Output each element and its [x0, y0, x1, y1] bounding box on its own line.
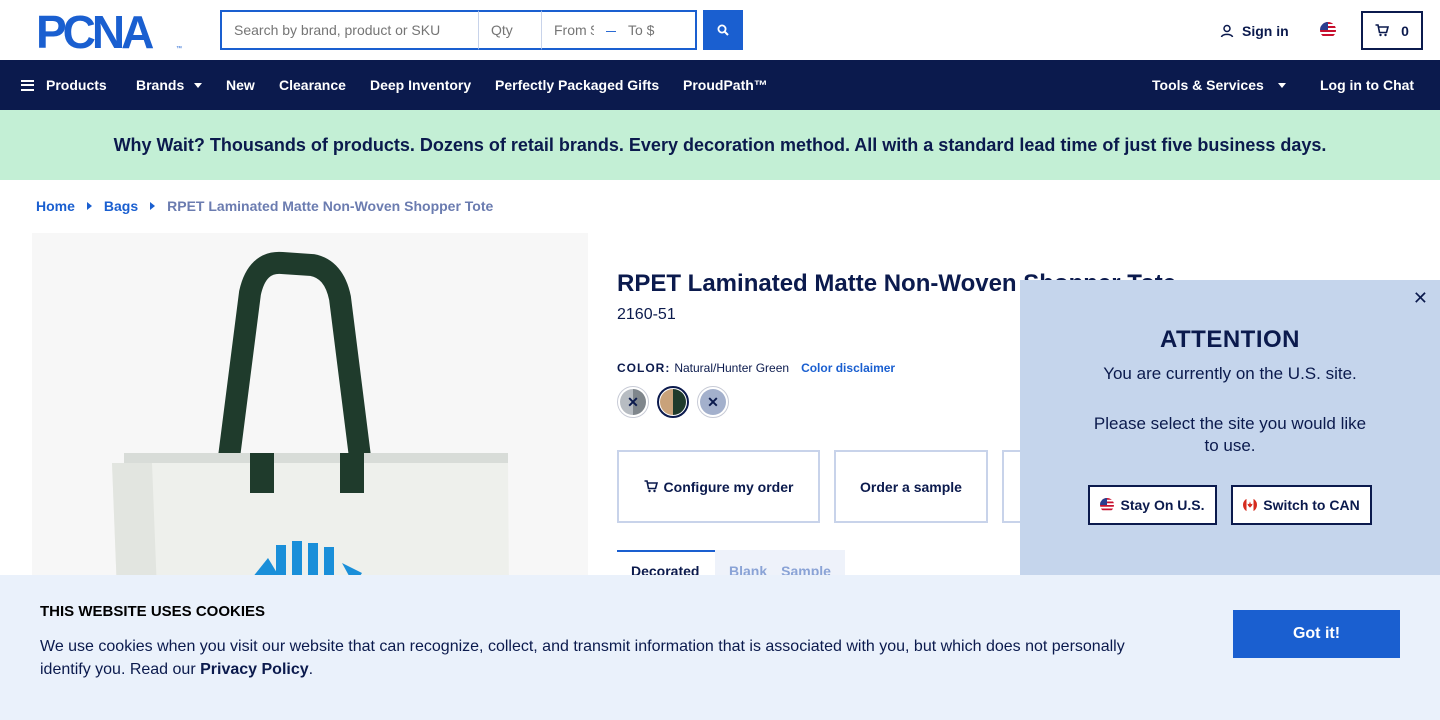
nav-clearance[interactable]: Clearance	[279, 60, 346, 110]
price-from-input[interactable]	[542, 12, 606, 48]
configure-order-button[interactable]: Configure my order	[617, 450, 820, 523]
close-icon[interactable]: ✕	[1413, 288, 1428, 309]
sign-in-link[interactable]: Sign in	[1220, 20, 1289, 42]
user-icon	[1220, 24, 1234, 38]
attention-message-current-site: You are currently on the U.S. site.	[1103, 364, 1357, 383]
cookie-title: THIS WEBSITE USES COOKIES	[40, 603, 266, 620]
cookie-period: .	[308, 661, 314, 678]
cart-count: 0	[1401, 22, 1409, 39]
color-value: Natural/Hunter Green	[674, 361, 790, 375]
nav-brands-label: Brands	[136, 77, 185, 93]
product-sku: 2160-51	[617, 306, 676, 323]
us-flag-icon[interactable]	[1320, 22, 1336, 38]
search-group: —	[220, 10, 697, 50]
breadcrumb-home[interactable]: Home	[36, 198, 75, 214]
stay-us-button[interactable]: Stay On U.S.	[1088, 485, 1217, 525]
unavailable-x-icon: ✕	[707, 393, 719, 410]
color-swatch-gray[interactable]: ✕	[617, 386, 649, 418]
breadcrumb-separator-icon	[86, 202, 92, 210]
breadcrumb-separator-icon	[150, 202, 156, 210]
nav-deep-inventory[interactable]: Deep Inventory	[370, 60, 471, 110]
pcna-logo[interactable]: PCNA ™	[36, 10, 186, 52]
search-input[interactable]	[220, 10, 479, 50]
nav-gifts[interactable]: Perfectly Packaged Gifts	[495, 60, 659, 110]
unavailable-x-icon: ✕	[627, 393, 639, 410]
nav-proudpath[interactable]: ProudPath™	[683, 60, 768, 110]
privacy-policy-link[interactable]: Privacy Policy	[200, 661, 309, 678]
top-header: PCNA ™ — Sign in 0	[0, 0, 1440, 60]
cart-button[interactable]: 0	[1361, 11, 1423, 50]
chevron-down-icon	[1277, 82, 1286, 88]
canada-flag-icon	[1243, 498, 1258, 512]
switch-can-label: Switch to CAN	[1263, 497, 1360, 513]
svg-text:PCNA: PCNA	[36, 10, 153, 52]
us-flag-icon	[1100, 498, 1115, 512]
color-disclaimer-link[interactable]: Color disclaimer	[801, 361, 895, 375]
color-selector-row: COLOR: Natural/Hunter Green Color discla…	[617, 361, 895, 375]
nav-brands[interactable]: Brands	[136, 60, 203, 110]
breadcrumb: Home Bags RPET Laminated Matte Non-Woven…	[36, 198, 493, 214]
menu-icon	[21, 79, 34, 91]
sign-in-label: Sign in	[1242, 23, 1289, 39]
cookie-text: We use cookies when you visit our websit…	[40, 635, 1160, 681]
price-to-input[interactable]	[616, 12, 680, 48]
color-swatch-blue-gray[interactable]: ✕	[697, 386, 729, 418]
order-sample-button[interactable]: Order a sample	[834, 450, 988, 523]
attention-title: ATTENTION	[1159, 326, 1301, 353]
main-nav: Products Brands New Clearance Deep Inven…	[0, 60, 1440, 110]
qty-input[interactable]	[479, 10, 542, 50]
chevron-down-icon	[194, 82, 203, 88]
nav-products-label: Products	[46, 77, 107, 93]
range-dash: —	[606, 22, 620, 38]
nav-new[interactable]: New	[226, 60, 255, 110]
cookie-banner: THIS WEBSITE USES COOKIES We use cookies…	[0, 575, 1440, 720]
stay-us-label: Stay On U.S.	[1120, 497, 1205, 513]
color-swatch-natural-hunter-green[interactable]	[657, 386, 689, 418]
breadcrumb-current: RPET Laminated Matte Non-Woven Shopper T…	[167, 198, 494, 214]
nav-tools-services[interactable]: Tools & Services	[1152, 60, 1286, 110]
price-range: —	[542, 10, 697, 50]
nav-tools-label: Tools & Services	[1152, 77, 1264, 93]
nav-chat-login[interactable]: Log in to Chat	[1320, 60, 1414, 110]
search-icon	[717, 24, 729, 36]
site-selection-popup: ✕ ATTENTION You are currently on the U.S…	[1020, 280, 1440, 575]
cart-icon	[644, 480, 658, 493]
cookie-accept-button[interactable]: Got it!	[1233, 610, 1400, 658]
color-swatches: ✕ ✕	[617, 386, 729, 418]
breadcrumb-bags[interactable]: Bags	[104, 198, 138, 214]
switch-can-button[interactable]: Switch to CAN	[1231, 485, 1372, 525]
svg-text:™: ™	[176, 45, 182, 52]
attention-message-select-site: Please select the site you would like to…	[1093, 414, 1367, 455]
nav-products[interactable]: Products	[21, 60, 107, 110]
color-label: COLOR:	[617, 361, 671, 375]
cart-icon	[1375, 24, 1390, 37]
order-sample-label: Order a sample	[860, 478, 962, 495]
promo-banner: Why Wait? Thousands of products. Dozens …	[0, 110, 1440, 180]
configure-order-label: Configure my order	[663, 478, 794, 495]
search-button[interactable]	[703, 10, 743, 50]
